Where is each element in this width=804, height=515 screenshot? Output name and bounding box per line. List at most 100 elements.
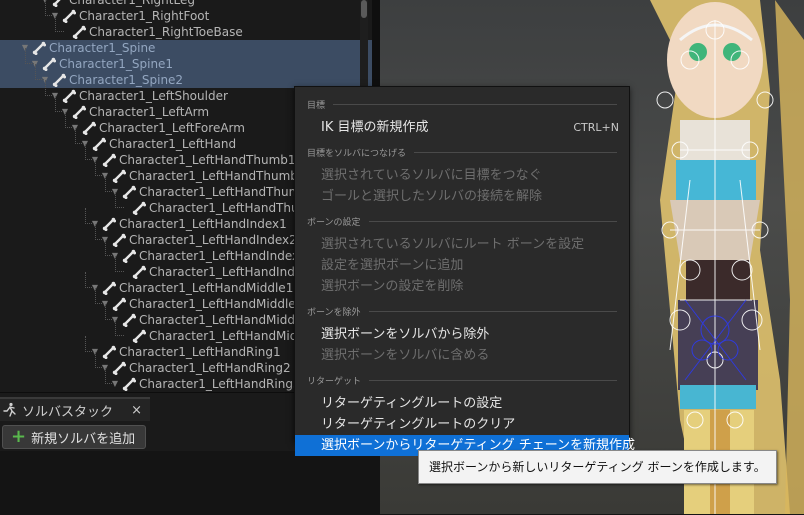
solver-list-area: [0, 451, 380, 515]
bone-icon: [132, 265, 146, 279]
menu-item-label: 選択ボーンの設定を削除: [321, 279, 464, 294]
tree-connector-line: [105, 368, 114, 384]
menu-item-label: 選択ボーンをソルバから除外: [321, 327, 490, 342]
tree-connector-line: [115, 192, 124, 208]
menu-item-label: IK 目標の新規作成: [321, 120, 429, 135]
context-menu: 目標 IK 目標の新規作成 CTRL+N 目標をソルバにつなげる選択されているソルバに…: [294, 86, 635, 456]
tree-connector-line: [85, 272, 94, 288]
tree-connector-line: [85, 208, 94, 224]
bone-name-label: Character1_LeftShoulder: [79, 89, 228, 103]
menu-item[interactable]: 選択されているソルバにルート ボーンを設定: [295, 234, 629, 255]
bone-tree-row[interactable]: ▼Character1_RightLeg: [0, 0, 372, 8]
plus-icon: +: [11, 426, 27, 447]
bone-name-label: Character1_LeftHandRing3: [139, 377, 301, 391]
bone-icon: [122, 377, 136, 391]
tree-connector-line: [95, 160, 104, 176]
bone-icon: [112, 297, 126, 311]
bone-name-label: Character1_Spine: [49, 41, 156, 55]
menu-section-title: ボーンの設定: [307, 217, 361, 228]
tree-connector-line: [35, 64, 44, 80]
bone-icon: [122, 185, 136, 199]
tree-connector-line: [95, 288, 104, 304]
bone-icon: [122, 249, 136, 263]
tree-connector-line: [105, 304, 114, 320]
menu-section-divider: [368, 220, 617, 222]
menu-item-label: 選択されているソルバに目標をつなぐ: [321, 168, 542, 183]
bone-name-label: Character1_LeftHandRing2: [129, 361, 291, 375]
bone-name-label: Character1_LeftForeArm: [99, 121, 245, 135]
menu-section-title: リターゲット: [307, 376, 362, 387]
bone-icon: [62, 9, 76, 23]
solver-stack-tab[interactable]: ソルバスタック ×: [0, 397, 150, 421]
bone-icon: [132, 201, 146, 215]
bone-name-label: Character1_RightFoot: [79, 9, 210, 23]
tree-scrollbar-thumb[interactable]: [361, 0, 367, 18]
menu-item[interactable]: 選択されているソルバに目標をつなぐ: [295, 165, 629, 186]
menu-section-header: 目標をソルバにつなげる: [295, 143, 629, 161]
menu-item[interactable]: 選択ボーンをソルバに含める: [295, 345, 629, 366]
menu-item-label: 設定を選択ボーンに追加: [321, 258, 464, 273]
tree-connector-line: [75, 128, 84, 144]
menu-item[interactable]: IK 目標の新規作成 CTRL+N: [295, 117, 629, 138]
menu-section-header: リターゲット: [295, 371, 629, 389]
bone-name-label: Character1_LeftHandThumb1: [119, 153, 296, 167]
bone-name-label: Character1_LeftHandIndex2: [129, 233, 297, 247]
bone-icon: [52, 73, 66, 87]
menu-item[interactable]: ゴールと選択したソルバの接続を解除: [295, 186, 629, 207]
menu-item[interactable]: 設定を選択ボーンに追加: [295, 255, 629, 276]
menu-item[interactable]: 選択ボーンをソルバから除外: [295, 324, 629, 345]
tooltip: 選択ボーンから新しいリターゲティング ボーンを作成します。: [418, 450, 777, 484]
bone-icon: [102, 281, 116, 295]
tree-connector-line: [105, 240, 114, 256]
menu-section-header: 目標: [295, 95, 629, 113]
bone-tree-row[interactable]: ▼Character1_RightToeBase: [0, 16, 372, 40]
tree-connector-line: [105, 176, 114, 192]
bone-icon: [112, 361, 126, 375]
menu-item-shortcut: CTRL+N: [573, 121, 619, 134]
bone-name-label: Character1_Spine2: [69, 73, 184, 87]
bone-name-label: Character1_LeftHand: [109, 137, 237, 151]
menu-item-label: 選択ボーンをソルバに含める: [321, 348, 490, 363]
menu-section-divider: [333, 103, 617, 105]
menu-item[interactable]: リターゲティングルートの設定: [295, 393, 629, 414]
tree-connector-line: [55, 96, 64, 112]
menu-section-header: ボーンの設定: [295, 212, 629, 230]
bone-name-label: Character1_LeftHandIndex1: [119, 217, 287, 231]
bone-name-label: Character1_LeftHandMiddle3: [139, 313, 314, 327]
menu-item-label: リターゲティングルートのクリア: [321, 417, 516, 432]
menu-section-title: ボーンを除外: [307, 307, 361, 318]
menu-section-title: 目標をソルバにつなげる: [307, 148, 407, 159]
running-figure-icon: [3, 402, 16, 417]
menu-item[interactable]: 選択ボーンの設定を削除: [295, 276, 629, 297]
bone-name-label: Character1_LeftHandThumb2: [129, 169, 306, 183]
bone-name-label: Character1_LeftHandRing1: [119, 345, 281, 359]
menu-item[interactable]: リターゲティングルートのクリア: [295, 414, 629, 435]
tree-connector-line: [115, 320, 124, 336]
bone-name-label: Character1_RightToeBase: [89, 25, 243, 39]
bone-icon: [112, 233, 126, 247]
bone-icon: [132, 329, 146, 343]
bone-icon: [102, 217, 116, 231]
menu-section-divider: [368, 310, 617, 312]
menu-item-label: リターゲティングルートの設定: [321, 396, 503, 411]
bone-name-label: Character1_LeftHandThumb3: [139, 185, 316, 199]
bone-name-label: Character1_LeftHandMiddle1: [119, 281, 294, 295]
tree-connector-line: [95, 224, 104, 240]
bone-icon: [102, 345, 116, 359]
bone-tree-row[interactable]: ▼ Character1_Spine1: [0, 48, 372, 72]
bone-tree-row[interactable]: ▼ Character1_Spine: [0, 40, 372, 56]
menu-section-divider: [414, 151, 617, 153]
add-solver-button-label: 新規ソルバを追加: [31, 431, 136, 447]
menu-item-label: 選択されているソルバにルート ボーンを設定: [321, 237, 585, 252]
close-icon[interactable]: ×: [131, 403, 142, 418]
tree-connector-line: [45, 0, 54, 16]
tree-connector-line: [65, 112, 74, 128]
solver-stack-tab-label: ソルバスタック: [22, 404, 114, 420]
tree-connector-line: [25, 48, 34, 64]
add-solver-button[interactable]: + 新規ソルバを追加: [2, 425, 147, 449]
tree-connector-line: [95, 352, 104, 368]
menu-section-title: 目標: [307, 100, 326, 111]
bone-icon: [62, 89, 76, 103]
tree-connector-line: [55, 16, 64, 32]
bone-icon: [82, 121, 96, 135]
